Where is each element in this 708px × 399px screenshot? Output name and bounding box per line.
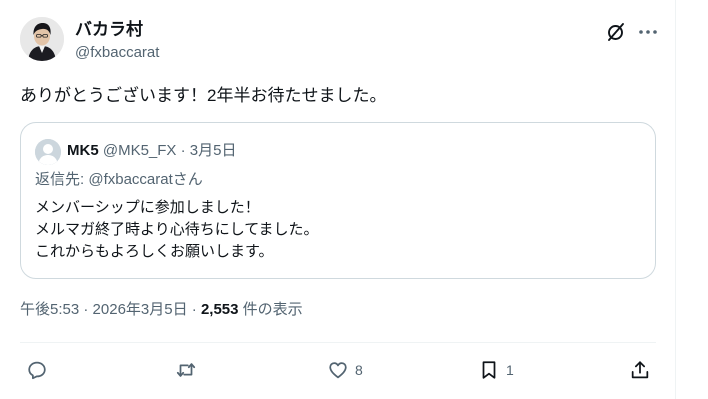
quote-separator: · — [180, 142, 186, 159]
reply-suffix: さん — [172, 171, 203, 188]
like-count: 8 — [355, 362, 363, 378]
like-button[interactable]: 8 — [327, 357, 363, 383]
quote-header: MK5 @MK5_FX · 3月5日 — [67, 141, 236, 161]
quote-line: メルマガ終了時より心待ちにしてました。 — [35, 221, 319, 238]
author-handle[interactable]: @fxbaccarat — [75, 43, 159, 63]
quote-avatar[interactable] — [35, 139, 61, 165]
more-button[interactable] — [636, 20, 660, 44]
repost-button[interactable] — [175, 357, 203, 383]
quote-reply-to: 返信先: @fxbaccaratさん — [35, 170, 203, 190]
grok-button[interactable] — [604, 20, 628, 44]
reply-prefix: 返信先: — [35, 171, 89, 188]
author-avatar[interactable] — [20, 17, 64, 61]
quoted-post[interactable]: MK5 @MK5_FX · 3月5日 返信先: @fxbaccaratさん メン… — [20, 122, 656, 279]
quote-author-handle[interactable]: @MK5_FX — [103, 142, 177, 159]
views-label[interactable]: 件の表示 — [239, 301, 303, 318]
post-meta: 午後5:53 · 2026年3月5日 · 2,553 件の表示 — [20, 300, 303, 320]
reply-icon — [28, 361, 46, 380]
meta-separator: · — [187, 301, 201, 318]
repost-icon — [176, 363, 196, 377]
bookmark-button[interactable]: 1 — [478, 357, 514, 383]
grok-icon — [608, 23, 624, 41]
quote-line: これからもよろしくお願いします。 — [35, 243, 274, 260]
bookmark-icon — [482, 361, 496, 379]
share-button[interactable] — [629, 357, 651, 383]
reply-button[interactable] — [26, 357, 54, 383]
heart-icon — [329, 362, 347, 379]
bookmark-count: 1 — [506, 362, 514, 378]
quote-author-name[interactable]: MK5 — [67, 142, 99, 159]
quote-line: メンバーシップに参加しました！ — [35, 199, 260, 216]
meta-separator: · — [79, 301, 93, 318]
post-text: ありがとうございます！2年半お待たせました。 — [20, 86, 387, 105]
quote-body: メンバーシップに参加しました！ メルマガ終了時より心待ちにしてました。 これから… — [35, 197, 319, 263]
reply-mention[interactable]: @fxbaccarat — [88, 171, 172, 188]
share-icon — [631, 361, 649, 379]
post-date[interactable]: 2026年3月5日 — [93, 301, 188, 318]
divider — [20, 342, 656, 343]
quote-date[interactable]: 3月5日 — [190, 142, 237, 159]
views-count[interactable]: 2,553 — [201, 301, 239, 318]
post-time[interactable]: 午後5:53 — [20, 301, 79, 318]
post-container: バカラ村 @fxbaccarat ありがとうございます！2年半お待たせました。 … — [0, 0, 676, 399]
author-name[interactable]: バカラ村 — [75, 19, 143, 41]
more-icon — [639, 30, 657, 34]
